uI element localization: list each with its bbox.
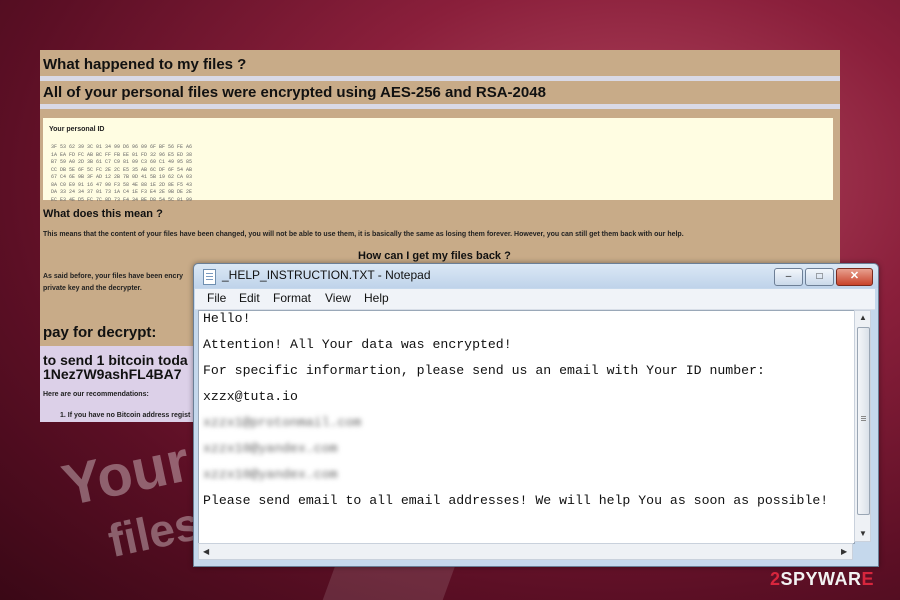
scroll-right-arrow-icon[interactable]: ▶ [841, 547, 847, 556]
menu-view[interactable]: View [325, 291, 351, 305]
bitcoin-address: 1Nez7W9ashFL4BA7 [43, 366, 182, 382]
text-line: Hello! [203, 311, 251, 326]
recommendations-label: Here are our recommendations: [43, 391, 149, 398]
menu-file[interactable]: File [207, 291, 226, 305]
menu-help[interactable]: Help [364, 291, 389, 305]
personal-id-label: Your personal ID [49, 126, 105, 133]
scroll-left-arrow-icon[interactable]: ◀ [203, 547, 209, 556]
what-mean-heading: What does this mean ? [43, 208, 163, 220]
recommendation-item: 1. If you have no Bitcoin address regist [60, 412, 191, 419]
private-key-text: private key and the decrypter. [43, 285, 142, 292]
scroll-thumb[interactable] [857, 327, 870, 515]
menu-format[interactable]: Format [273, 291, 311, 305]
as-said-text: As said before, your files have been enc… [43, 273, 184, 280]
divider [40, 104, 840, 109]
watermark-logo: 2SPYWARE [770, 569, 874, 590]
what-mean-text: This means that the content of your file… [43, 231, 684, 238]
text-line: Attention! All Your data was encrypted! [203, 337, 512, 352]
contact-email: xzzx@tuta.io [203, 389, 298, 404]
scroll-down-arrow-icon[interactable]: ▼ [859, 529, 867, 538]
maximize-button[interactable]: □ [805, 268, 834, 286]
contact-email-blurred: xzzx1@protonmail.com [203, 415, 362, 430]
notepad-window: _HELP_INSTRUCTION.TXT - Notepad – □ ✕ Fi… [193, 263, 879, 567]
grip-icon [861, 416, 866, 417]
what-happened-heading: What happened to my files ? [43, 56, 247, 73]
personal-id-box: Your personal ID 3F 53 62 39 3C 01 34 99… [43, 118, 833, 203]
contact-email-blurred: xzzx10@yandex.com [203, 467, 338, 482]
horizontal-scrollbar[interactable]: ◀ ▶ [198, 543, 853, 560]
text-editor-area[interactable]: Hello! Attention! All Your data was encr… [198, 310, 855, 544]
menu-bar: File Edit Format View Help [195, 289, 875, 310]
pay-heading: pay for decrypt: [43, 324, 157, 341]
title-bar[interactable]: _HELP_INSTRUCTION.TXT - Notepad – □ ✕ [194, 264, 878, 288]
contact-email-blurred: xzzx10@yandex.com [203, 441, 338, 456]
window-title: _HELP_INSTRUCTION.TXT - Notepad [222, 268, 431, 282]
close-button[interactable]: ✕ [836, 268, 873, 286]
watermark-suffix: E [861, 569, 875, 589]
minimize-button[interactable]: – [774, 268, 803, 286]
notepad-icon [203, 269, 216, 285]
text-line: Please send email to all email addresses… [203, 493, 829, 508]
watermark-main: SPYWAR [780, 569, 862, 589]
scroll-up-arrow-icon[interactable]: ▲ [859, 313, 867, 322]
divider [40, 76, 840, 81]
vertical-scrollbar[interactable]: ▲ ▼ [854, 310, 871, 542]
personal-id-hex: 3F 53 62 39 3C 01 34 99 D6 96 09 6F BF 5… [51, 144, 193, 203]
text-line: For specific informartion, please send u… [203, 363, 765, 378]
how-back-heading: How can I get my files back ? [358, 250, 511, 262]
menu-edit[interactable]: Edit [239, 291, 260, 305]
watermark-prefix: 2 [770, 569, 781, 589]
encrypted-heading: All of your personal files were encrypte… [43, 84, 546, 101]
